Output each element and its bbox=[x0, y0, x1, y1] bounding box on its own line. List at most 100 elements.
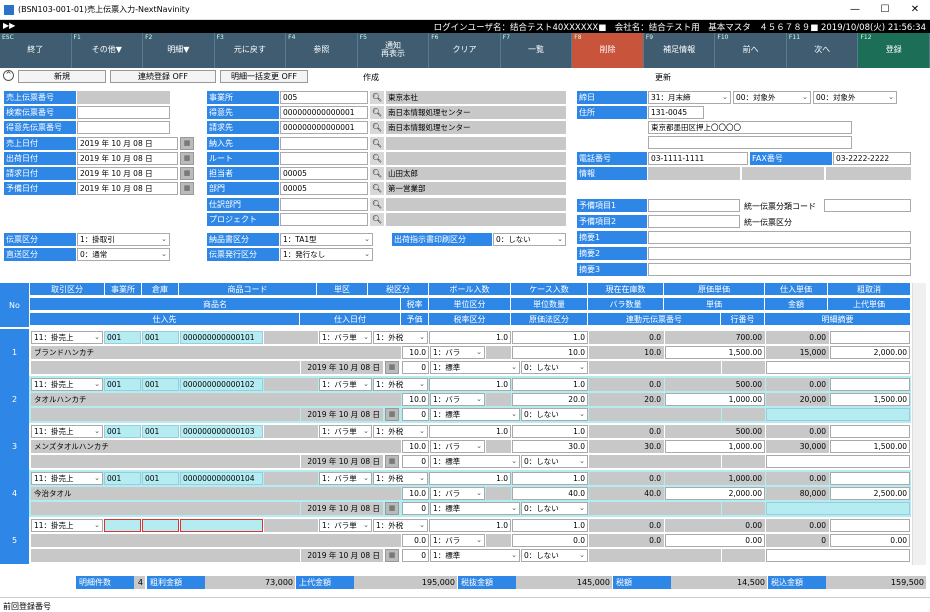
search-icon[interactable]: 🔍︎ bbox=[370, 213, 384, 226]
trade-type-select[interactable]: 11：掛売上 ⌄ bbox=[31, 472, 103, 485]
retail-price-input[interactable]: 1,500.00 bbox=[830, 440, 910, 453]
retail-price-input[interactable]: 0.00 bbox=[830, 534, 910, 547]
address-line-1[interactable]: 東京都墨田区押上〇〇〇〇 bbox=[648, 121, 852, 134]
fax-input[interactable]: 03-2222-2222 bbox=[833, 152, 911, 165]
spare2-input[interactable] bbox=[648, 215, 740, 228]
cost-method-select[interactable]: 0：しない ⌄ bbox=[521, 549, 588, 562]
calendar-icon[interactable]: ▦ bbox=[180, 182, 194, 195]
row-warehouse-input[interactable]: 001 bbox=[142, 331, 179, 344]
retail-price-input[interactable]: 2,500.00 bbox=[830, 487, 910, 500]
cost-method-select[interactable]: 0：しない ⌄ bbox=[521, 361, 588, 374]
row-office-input[interactable]: 001 bbox=[104, 331, 141, 344]
cancel-field[interactable] bbox=[830, 331, 910, 344]
memo1-input[interactable] bbox=[648, 231, 911, 244]
pre-price-field[interactable]: 0 bbox=[402, 549, 429, 562]
calendar-icon[interactable]: ▦ bbox=[385, 455, 399, 468]
cancel-field[interactable] bbox=[830, 425, 910, 438]
fkey-f1[interactable]: F1 その他▼ bbox=[71, 33, 144, 68]
fkey-f5[interactable]: F5 通知 再表示 bbox=[357, 33, 430, 68]
slip-type-select[interactable]: 1：掛取引 ⌄ bbox=[77, 233, 170, 246]
case-qty-input[interactable]: 1.0 bbox=[512, 472, 588, 485]
tax-rate-kind-select[interactable]: 1：標準 ⌄ bbox=[430, 455, 520, 468]
sales-date-input[interactable]: 2019 年 10 月 08 日 bbox=[77, 137, 178, 150]
product-code-input[interactable]: 000000000000102 bbox=[180, 378, 263, 391]
line-memo-input[interactable] bbox=[766, 361, 910, 374]
unit-qty-input[interactable]: 20.0 bbox=[512, 393, 588, 406]
fkey-f12[interactable]: F12 登録 bbox=[858, 33, 930, 68]
closing-select[interactable]: 31：月末締 ⌄ bbox=[648, 91, 731, 104]
fkey-f11[interactable]: F11 次へ bbox=[786, 33, 859, 68]
cancel-field[interactable] bbox=[830, 472, 910, 485]
calendar-icon[interactable]: ▦ bbox=[385, 361, 399, 374]
tax-rate-kind-select[interactable]: 1：標準 ⌄ bbox=[430, 361, 520, 374]
bill-date-input[interactable]: 2019 年 10 月 08 日 bbox=[77, 167, 178, 180]
product-code-input[interactable] bbox=[180, 519, 263, 532]
unit-price-input[interactable]: 2,000.00 bbox=[665, 487, 765, 500]
tax-select[interactable]: 1：外税 ⌄ bbox=[373, 519, 428, 532]
row-office-input[interactable] bbox=[104, 519, 141, 532]
line-memo-input[interactable] bbox=[766, 455, 910, 468]
tax-rate-kind-select[interactable]: 1：標準 ⌄ bbox=[430, 549, 520, 562]
fkey-f4[interactable]: F4 参照 bbox=[286, 33, 358, 68]
unit-select[interactable]: 1：バラ単 ⌄ bbox=[319, 425, 372, 438]
address-line-2[interactable] bbox=[648, 136, 852, 149]
delivery-code-input[interactable] bbox=[280, 137, 368, 150]
search-icon[interactable]: 🔍︎ bbox=[370, 152, 384, 165]
cancel-field[interactable] bbox=[830, 378, 910, 391]
tax-select[interactable]: 1：外税 ⌄ bbox=[373, 378, 428, 391]
fkey-f6[interactable]: F6 クリア bbox=[429, 33, 501, 68]
search-icon[interactable]: 🔍︎ bbox=[370, 106, 384, 119]
memo2-input[interactable] bbox=[648, 247, 911, 260]
row-office-input[interactable]: 001 bbox=[104, 378, 141, 391]
billing-code-input[interactable]: 000000000000001 bbox=[280, 121, 368, 134]
search-icon[interactable]: 🔍︎ bbox=[370, 198, 384, 211]
delivery-note-select[interactable]: 1：TA1型 ⌄ bbox=[280, 233, 373, 246]
case-qty-input[interactable]: 1.0 bbox=[512, 519, 588, 532]
row-office-input[interactable]: 001 bbox=[104, 472, 141, 485]
memo3-input[interactable] bbox=[648, 263, 911, 276]
line-memo-input[interactable] bbox=[766, 408, 910, 421]
cost-method-select[interactable]: 0：しない ⌄ bbox=[521, 502, 588, 515]
ship-date-input[interactable]: 2019 年 10 月 08 日 bbox=[77, 152, 178, 165]
purchase-dept-code-input[interactable] bbox=[280, 198, 368, 211]
unit-kind-select[interactable]: 1：バラ ⌄ bbox=[430, 487, 485, 500]
maximize-button[interactable]: ☐ bbox=[870, 1, 900, 19]
unit-price-input[interactable]: 1,000.00 bbox=[665, 393, 765, 406]
row-warehouse-input[interactable] bbox=[142, 519, 179, 532]
unit-kind-select[interactable]: 1：バラ ⌄ bbox=[430, 393, 485, 406]
dept-code-input[interactable]: 00005 bbox=[280, 182, 368, 195]
zip-input[interactable]: 131-0045 bbox=[648, 106, 704, 119]
tax-select[interactable]: 1：外税 ⌄ bbox=[373, 331, 428, 344]
fkey-f9[interactable]: F9 補足情報 bbox=[643, 33, 716, 68]
unit-select[interactable]: 1：バラ単 ⌄ bbox=[319, 331, 372, 344]
grid-scrollbar[interactable] bbox=[912, 283, 926, 565]
staff-code-input[interactable]: 00005 bbox=[280, 167, 368, 180]
tax-rate-kind-select[interactable]: 1：標準 ⌄ bbox=[430, 408, 520, 421]
search-icon[interactable]: 🔍︎ bbox=[370, 182, 384, 195]
retail-price-input[interactable]: 1,500.00 bbox=[830, 393, 910, 406]
trade-type-select[interactable]: 11：掛売上 ⌄ bbox=[31, 331, 103, 344]
new-button[interactable]: 新規 bbox=[18, 70, 106, 83]
search-icon[interactable]: 🔍︎ bbox=[370, 137, 384, 150]
product-code-input[interactable]: 000000000000101 bbox=[180, 331, 263, 344]
cost-method-select[interactable]: 0：しない ⌄ bbox=[521, 455, 588, 468]
trade-type-select[interactable]: 11：掛売上 ⌄ bbox=[31, 425, 103, 438]
unit-select[interactable]: 1：バラ単 ⌄ bbox=[319, 519, 372, 532]
ball-qty-input[interactable]: 1.0 bbox=[429, 378, 511, 391]
continuous-register-toggle[interactable]: 連続登録 OFF bbox=[110, 70, 216, 83]
direct-type-select[interactable]: 0：通常 ⌄ bbox=[77, 248, 170, 261]
case-qty-input[interactable]: 1.0 bbox=[512, 331, 588, 344]
cancel-field[interactable] bbox=[830, 519, 910, 532]
search-slip-no-input[interactable] bbox=[77, 106, 170, 119]
row-office-input[interactable]: 001 bbox=[104, 425, 141, 438]
route-code-input[interactable] bbox=[280, 152, 368, 165]
plan-date-input[interactable]: 2019 年 10 月 08 日 bbox=[77, 182, 178, 195]
unit-qty-input[interactable]: 30.0 bbox=[512, 440, 588, 453]
unit-kind-select[interactable]: 1：バラ ⌄ bbox=[430, 440, 485, 453]
unit-select[interactable]: 1：バラ単 ⌄ bbox=[319, 472, 372, 485]
tax-select[interactable]: 1：外税 ⌄ bbox=[373, 472, 428, 485]
unified-code-input[interactable] bbox=[824, 199, 911, 212]
calendar-icon[interactable]: ▦ bbox=[385, 549, 399, 562]
pre-price-field[interactable]: 0 bbox=[402, 408, 429, 421]
calendar-icon[interactable]: ▦ bbox=[385, 502, 399, 515]
